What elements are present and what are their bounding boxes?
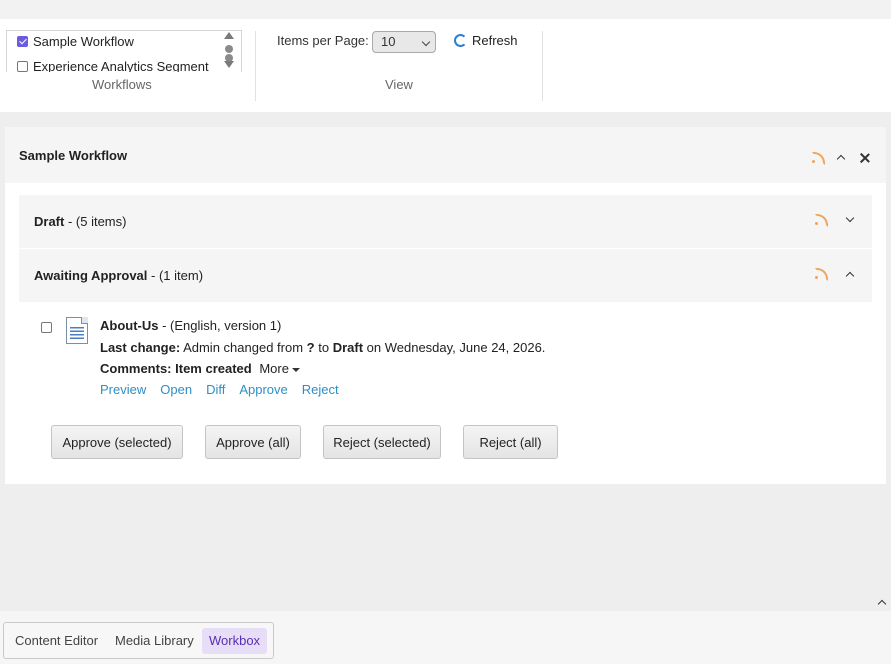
state-count: - (5 items) [64, 214, 127, 229]
to-state: Draft [332, 340, 364, 355]
taskbar-item-workbox[interactable]: Workbox [202, 628, 268, 654]
last-change-label: Last change: [100, 340, 181, 355]
more-label: More [259, 361, 289, 376]
diff-link[interactable]: Diff [206, 382, 225, 397]
rss-feed-icon[interactable] [815, 268, 828, 281]
open-link[interactable]: Open [160, 382, 192, 397]
refresh-label: Refresh [472, 33, 518, 48]
view-group-label: View [385, 77, 413, 92]
application-taskbar: Content Editor Media Library Workbox [3, 622, 274, 659]
taskbar-item-content-editor[interactable]: Content Editor [8, 628, 105, 654]
to-word: to [314, 340, 333, 355]
caret-down-icon [291, 367, 300, 372]
taskbar-item-media-library[interactable]: Media Library [108, 628, 201, 654]
ribbon-divider [542, 31, 543, 101]
item-select-checkbox[interactable] [41, 322, 52, 333]
more-dropdown[interactable]: More [259, 361, 300, 376]
workflow-item-label: Sample Workflow [33, 33, 134, 49]
item-comments-line: Comments: Item created More [100, 361, 300, 376]
workflow-item-experience-analytics[interactable]: Experience Analytics Segment [17, 56, 209, 72]
item-last-change-line: Last change: Admin changed from ? to Dra… [100, 340, 545, 355]
state-label-draft: Draft - (5 items) [34, 214, 126, 229]
items-per-page-label: Items per Page: [277, 33, 369, 48]
reject-selected-button[interactable]: Reject (selected) [323, 425, 441, 459]
expand-chevron-down-icon[interactable] [845, 213, 855, 223]
scroll-down-arrow-icon[interactable] [224, 61, 234, 68]
scroll-up-arrow-icon[interactable] [224, 32, 234, 39]
refresh-button[interactable]: Refresh [454, 33, 518, 48]
approve-link[interactable]: Approve [239, 382, 287, 397]
document-icon [66, 317, 88, 344]
ribbon: Sample Workflow Experience Analytics Seg… [0, 19, 891, 112]
scrollbar-thumb[interactable] [225, 45, 233, 62]
item-meta: - (English, version 1) [158, 318, 282, 333]
state-row-draft[interactable]: Draft - (5 items) [19, 195, 872, 248]
state-row-awaiting-approval[interactable]: Awaiting Approval - (1 item) [19, 249, 872, 302]
item-name: About-Us [100, 318, 159, 333]
items-per-page-value: 10 [381, 34, 396, 49]
collapse-chevron-up-icon[interactable] [845, 271, 855, 281]
rss-feed-icon[interactable] [815, 214, 828, 227]
change-date: on Wednesday, June 24, 2026. [363, 340, 546, 355]
item-title-line: About-Us - (English, version 1) [100, 318, 281, 333]
state-name: Awaiting Approval [34, 268, 148, 283]
rss-feed-icon[interactable] [812, 152, 825, 165]
workflows-group-label: Workflows [92, 77, 152, 92]
approve-selected-button[interactable]: Approve (selected) [51, 425, 183, 459]
state-count: - (1 item) [147, 268, 204, 283]
workflow-checkbox[interactable] [17, 60, 28, 72]
state-label-awaiting-approval: Awaiting Approval - (1 item) [34, 268, 203, 283]
chevron-down-icon [421, 37, 431, 47]
workflow-item-sample[interactable]: Sample Workflow [17, 31, 134, 51]
workflow-list: Sample Workflow Experience Analytics Seg… [6, 30, 242, 72]
comments-label: Comments: [100, 361, 172, 376]
workflow-checkbox-checked[interactable] [17, 35, 28, 47]
item-actions: Preview Open Diff Approve Reject [100, 382, 353, 397]
items-per-page-select[interactable]: 10 [372, 31, 436, 53]
comments-text: Item created [171, 361, 252, 376]
workflow-item-label: Experience Analytics Segment [33, 58, 209, 73]
reject-link[interactable]: Reject [302, 382, 339, 397]
collapse-chevron-up-icon[interactable] [836, 154, 846, 164]
reject-all-button[interactable]: Reject (all) [463, 425, 558, 459]
ribbon-divider [255, 31, 256, 101]
scroll-to-top-chevron-icon[interactable] [877, 599, 887, 609]
panel-title: Sample Workflow [19, 148, 128, 163]
preview-link[interactable]: Preview [100, 382, 146, 397]
state-name: Draft [34, 214, 65, 229]
close-icon[interactable] [860, 153, 870, 163]
last-change-text: Admin changed from [180, 340, 307, 355]
ribbon-top-strip [0, 0, 891, 19]
workflow-panel-header: Sample Workflow [5, 127, 886, 183]
workflow-panel: Sample Workflow Draft - (5 items) Awaiti… [5, 127, 886, 484]
from-state: ? [306, 340, 315, 355]
approve-all-button[interactable]: Approve (all) [205, 425, 301, 459]
refresh-icon [454, 34, 467, 47]
